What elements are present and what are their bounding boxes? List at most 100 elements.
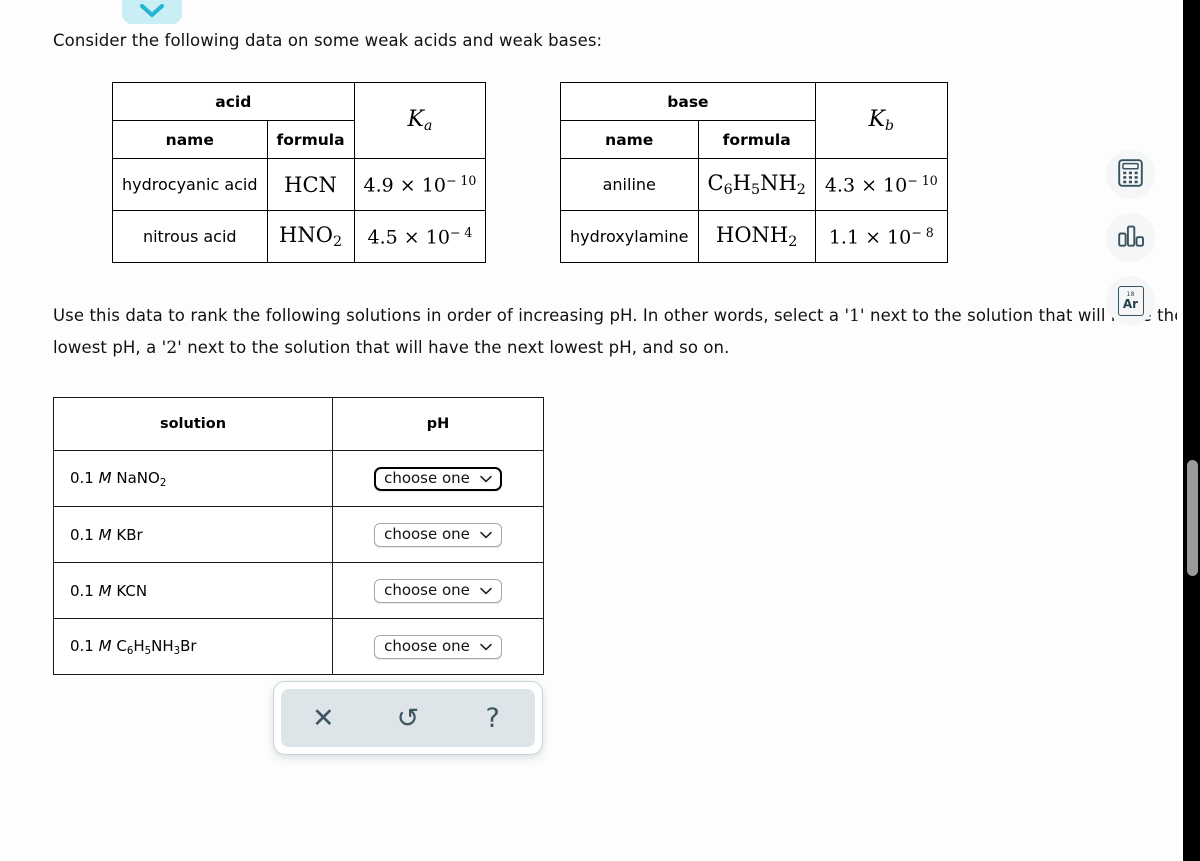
base-name: hydroxylamine (560, 210, 699, 263)
ph-select-value: choose one (384, 580, 470, 599)
formula-atom: Br (180, 636, 197, 655)
formula-subscript: 2 (332, 233, 343, 250)
kb-exponent: − 10 (907, 172, 938, 188)
ph-select-value: choose one (384, 524, 470, 543)
acid-formula: HNO2 (266, 210, 355, 263)
element-symbol: Ar (1122, 297, 1139, 312)
bar-chart-icon (1117, 224, 1145, 252)
formula-subscript: 2 (159, 477, 167, 489)
acid-ka-value: 4.5 × 10− 4 (353, 210, 487, 263)
molarity-unit: M (98, 636, 112, 655)
instructions-text: Use this data to rank the following solu… (53, 300, 1200, 364)
ph-select-3[interactable]: choose one (374, 578, 502, 603)
table-row: hydroxylamine HONH2 1.1 × 10− 8 (560, 210, 948, 263)
ph-select-1[interactable]: choose one (374, 466, 502, 491)
ph-col-header: pH (332, 397, 544, 451)
acid-col-formula: formula (266, 120, 355, 159)
acid-name: nitrous acid (112, 210, 268, 263)
concentration: 0.1 (70, 525, 94, 544)
kb-subscript: b (885, 118, 894, 134)
base-formula: HONH2 (697, 210, 816, 263)
calculator-tool[interactable] (1106, 150, 1155, 199)
collapse-toggle-button[interactable] (122, 0, 182, 24)
solution-formula: KCN (116, 582, 147, 600)
solution-label: 0.1 M NaNO2 (53, 450, 333, 507)
acid-data-table: acid Ka name formula hydrocyanic acid HC… (112, 82, 487, 263)
calculator-icon (1118, 158, 1143, 191)
rank-example-1: 1 (849, 306, 861, 326)
answer-toolbar: ✕ ↺ ? (273, 681, 543, 755)
chevron-down-icon (480, 471, 492, 486)
kb-mantissa: 4.3 × 10 (824, 174, 908, 197)
ph-cell: choose one (332, 562, 544, 619)
formula-atom: HCN (284, 172, 337, 197)
table-row: nitrous acid HNO2 4.5 × 10− 4 (112, 210, 487, 263)
ph-select-value: choose one (384, 636, 470, 655)
molarity-unit: M (98, 525, 112, 544)
formula-subscript: 2 (788, 233, 798, 250)
ph-select-2[interactable]: choose one (374, 522, 502, 547)
base-name: aniline (560, 158, 699, 211)
close-x-icon: ✕ (312, 702, 335, 734)
acid-col-name: name (112, 120, 268, 159)
scrollbar-track[interactable] (1183, 0, 1200, 861)
ka-exponent: − 4 (449, 224, 473, 240)
undo-button[interactable]: ↺ (384, 694, 432, 742)
table-row: 0.1 M C6H5NH3Br choose one (53, 618, 544, 675)
solution-col-header: solution (53, 397, 333, 451)
formula-atom: H (133, 636, 145, 655)
solutions-table: solution pH 0.1 M NaNO2 choose one 0.1 M… (53, 397, 544, 675)
table-header-row: solution pH (53, 397, 544, 451)
table-row: 0.1 M NaNO2 choose one (53, 450, 544, 507)
solution-label: 0.1 M C6H5NH3Br (53, 618, 333, 675)
chevron-down-icon (480, 639, 492, 654)
help-button[interactable]: ? (469, 694, 517, 742)
base-col-formula: formula (697, 120, 816, 159)
solution-formula: KBr (116, 526, 142, 544)
formula-atom: NH (151, 636, 174, 655)
ph-select-4[interactable]: choose one (374, 634, 502, 659)
ka-mantissa: 4.5 × 10 (367, 226, 450, 249)
chevron-down-icon (139, 3, 165, 19)
formula-atom: H (732, 171, 751, 195)
kb-symbol: K (868, 107, 885, 132)
molarity-unit: M (98, 468, 112, 487)
side-tool-rail: 18 Ar (1106, 150, 1155, 325)
acid-name: hydrocyanic acid (112, 158, 268, 211)
ph-cell: choose one (332, 506, 544, 563)
base-kb-value: 4.3 × 10− 10 (814, 158, 948, 211)
ka-mantissa: 4.9 × 10 (363, 174, 446, 197)
table-row: hydrocyanic acid HCN 4.9 × 10− 10 (112, 158, 487, 211)
formula-atom: NH (760, 171, 797, 195)
exercise-page: Consider the following data on some weak… (0, 0, 1200, 861)
acid-group-header: acid (112, 82, 355, 121)
answer-toolbar-inner: ✕ ↺ ? (281, 689, 535, 747)
ph-cell: choose one (332, 618, 544, 675)
ka-symbol: K (407, 107, 424, 132)
kb-mantissa: 1.1 × 10 (828, 226, 912, 249)
formula-atom: C (116, 636, 127, 655)
periodic-table-icon: 18 Ar (1117, 285, 1144, 316)
concentration: 0.1 (70, 468, 94, 487)
formula-atom: HNO (279, 223, 333, 247)
base-formula: C6H5NH2 (697, 158, 816, 211)
rank-example-2: 2 (166, 338, 178, 358)
prompt-text: Consider the following data on some weak… (53, 31, 603, 50)
chart-tool[interactable] (1106, 213, 1155, 262)
formula-atom: KCN (116, 581, 148, 600)
question-mark-icon: ? (485, 702, 500, 734)
scrollbar-thumb[interactable] (1187, 460, 1198, 576)
formula-atom: C (707, 171, 724, 195)
solution-label: 0.1 M KBr (53, 506, 333, 563)
clear-button[interactable]: ✕ (299, 694, 347, 742)
base-col-name: name (560, 120, 699, 159)
formula-subscript: 6 (723, 181, 733, 198)
periodic-table-tool[interactable]: 18 Ar (1106, 276, 1155, 325)
formula-subscript: 2 (796, 181, 806, 198)
instructions-part-3: ' next to the solution that will have th… (177, 338, 730, 357)
formula-atom: KBr (116, 525, 143, 544)
chevron-down-icon (480, 527, 492, 542)
formula-atom: HONH (716, 223, 789, 247)
base-data-table: base Kb name formula aniline C6H5NH2 4.3… (560, 82, 948, 263)
base-kb-value: 1.1 × 10− 8 (814, 210, 948, 263)
